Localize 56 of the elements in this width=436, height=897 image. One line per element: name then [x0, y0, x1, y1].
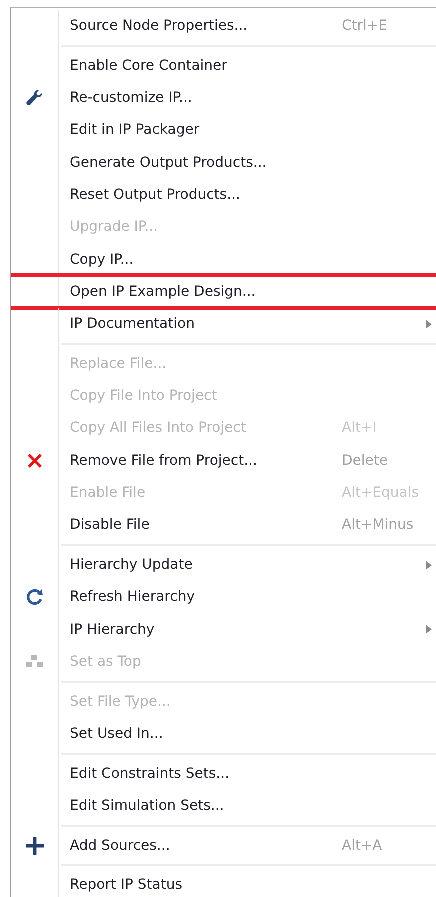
menu-item-label: Generate Output Products... [70, 154, 268, 171]
wrench-icon [26, 90, 43, 107]
refresh-icon [26, 588, 44, 606]
menu-item-label: Add Sources... [70, 838, 172, 854]
menu-item-label: Source Node Properties... [70, 18, 249, 34]
menu-item-label: Report IP Status [70, 877, 184, 894]
menu-item[interactable]: Generate Output Products... [11, 146, 436, 179]
menu-item[interactable]: Disable File Alt+Minus [11, 509, 436, 542]
menu-item-label: Edit in IP Packager [70, 122, 201, 138]
menu-item[interactable]: Add Sources... Alt+A [11, 829, 436, 862]
menu-item-label: Open IP Example Design... [70, 284, 257, 300]
menu-item-label: Replace File... [70, 356, 168, 372]
menu-item-label: Refresh Hierarchy [70, 589, 196, 606]
menu-item-label: Copy All Files Into Project [70, 420, 248, 436]
menu-item[interactable]: Set Used In... [11, 718, 436, 750]
menu-item[interactable]: Remove File from Project... Delete [11, 444, 436, 477]
menu-item-label: Edit Constraints Sets... [70, 766, 231, 782]
menu-item-label: Set Used In... [70, 726, 164, 742]
menu-item-label: Edit Simulation Sets... [70, 798, 226, 814]
menu-item-label: Upgrade IP... [70, 219, 160, 236]
menu-item-label: Set File Type... [70, 694, 172, 710]
menu-item-label: Enable Core Container [70, 58, 228, 74]
menu-item[interactable]: Report IP Status [11, 869, 436, 897]
shortcut-label: Alt+A [342, 838, 384, 854]
menu-item-label: Hierarchy Update [70, 557, 194, 574]
menu-item-label: Remove File from Project... [70, 452, 258, 469]
menu-item[interactable]: Hierarchy Update [11, 548, 436, 582]
menu-item[interactable]: IP Documentation [11, 308, 436, 340]
menu-item-label: Copy IP... [70, 252, 135, 268]
hierarchy-icon [26, 655, 43, 668]
menu-item-label: Re-customize IP... [70, 90, 194, 106]
shortcut-label: Ctrl+E [342, 18, 388, 34]
menu-item-label: Reset Output Products... [70, 187, 242, 204]
menu-item[interactable]: Re-customize IP... [11, 82, 436, 114]
shortcut-label: Delete [342, 452, 389, 469]
menu-item-label: IP Hierarchy [70, 622, 156, 638]
close-icon [26, 452, 42, 469]
menu-item[interactable]: Source Node Properties... Ctrl+E [11, 10, 436, 42]
shortcut-label: Alt+Minus [342, 517, 415, 534]
menu-item[interactable]: Open IP Example Design... [11, 276, 436, 308]
menu-item-label: Enable File [70, 485, 147, 502]
menu-item[interactable]: Enable Core Container [11, 50, 436, 82]
menu-item[interactable]: Copy IP... [11, 243, 436, 276]
menu-item-label: IP Documentation [70, 316, 196, 332]
shortcut-label: Alt+I [342, 420, 378, 436]
menu-item[interactable]: Edit Constraints Sets... [11, 757, 436, 790]
menu-item[interactable]: Refresh Hierarchy [11, 581, 436, 614]
menu-item[interactable]: Edit in IP Packager [11, 114, 436, 147]
add-icon [26, 836, 44, 855]
menu-item[interactable]: IP Hierarchy [11, 614, 436, 646]
menu-item-label: Set as Top [70, 654, 142, 670]
shortcut-label: Alt+Equals [342, 485, 420, 502]
menu-item[interactable]: Reset Output Products... [11, 178, 436, 212]
menu-item-label: Disable File [70, 517, 151, 534]
menu-item[interactable]: Edit Simulation Sets... [11, 790, 436, 822]
menu-item-label: Copy File Into Project [70, 388, 218, 404]
